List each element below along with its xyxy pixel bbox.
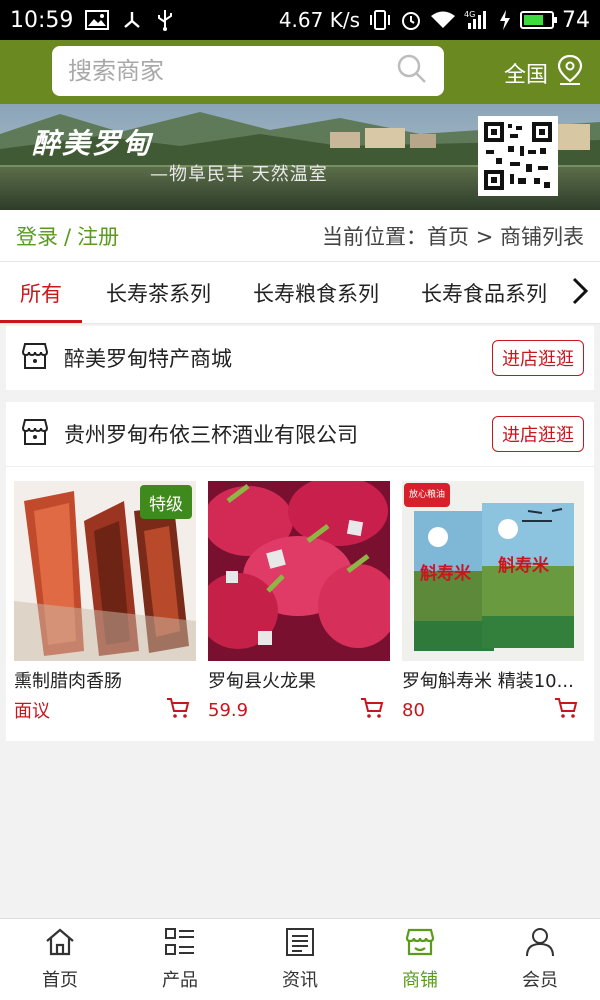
search-input[interactable] xyxy=(68,57,396,85)
home-icon xyxy=(44,927,76,962)
svg-text:4G: 4G xyxy=(464,10,475,19)
store-card[interactable]: 醉美罗甸特产商城 进店逛逛 xyxy=(6,326,594,390)
tab-food-series[interactable]: 长寿食品系列 xyxy=(421,262,547,323)
location-pin-icon xyxy=(556,54,584,92)
signal-icon: 4G xyxy=(464,9,490,31)
store-name[interactable]: 醉美罗甸特产商城 xyxy=(64,343,232,373)
register-link[interactable]: 注册 xyxy=(77,225,119,249)
product-price: 59.9 xyxy=(208,699,249,721)
nav-news[interactable]: 资讯 xyxy=(240,919,360,1000)
shop-icon xyxy=(404,927,436,962)
wifi-icon xyxy=(430,10,456,30)
product-name[interactable]: 熏制腊肉香肠 xyxy=(14,667,196,693)
cart-icon[interactable] xyxy=(360,697,384,723)
tab-tea-series[interactable]: 长寿茶系列 xyxy=(106,262,211,323)
qr-code xyxy=(478,116,558,196)
share-icon xyxy=(121,9,143,31)
package-label: 斛寿米 xyxy=(420,564,471,584)
product-image-cured-meat[interactable]: 特级 xyxy=(14,481,196,661)
bottom-nav: 首页 产品 资讯 商铺 会员 xyxy=(0,918,600,1000)
search-box[interactable] xyxy=(52,46,444,96)
vibrate-icon xyxy=(368,9,392,31)
usb-icon xyxy=(155,8,175,32)
news-icon xyxy=(285,927,315,962)
product-image-rice[interactable]: 放心粮油 斛寿米 斛寿米 xyxy=(402,481,584,661)
visit-store-button[interactable]: 进店逛逛 xyxy=(492,416,584,452)
login-link[interactable]: 登录 xyxy=(16,225,58,249)
search-icon[interactable] xyxy=(396,53,428,89)
cart-icon[interactable] xyxy=(554,697,578,723)
store-card[interactable]: 贵州罗甸布依三杯酒业有限公司 进店逛逛 特级 熏制腊肉香肠 面议 罗甸县火龙果 … xyxy=(6,402,594,741)
alarm-icon xyxy=(400,9,422,31)
banner-subtitle: —物阜民丰 天然温室 xyxy=(150,164,328,185)
nav-label: 首页 xyxy=(42,970,78,991)
product-card[interactable]: 放心粮油 斛寿米 斛寿米 罗甸斛寿米 精装10... 80 xyxy=(402,481,584,723)
shop-icon xyxy=(20,341,50,375)
login-separator: / xyxy=(64,224,72,249)
nav-shops[interactable]: 商铺 xyxy=(360,919,480,1000)
product-image-dragon-fruit[interactable] xyxy=(208,481,390,661)
banner-title: 醉美罗甸 xyxy=(32,127,153,160)
product-price: 80 xyxy=(402,699,425,721)
product-name[interactable]: 罗甸县火龙果 xyxy=(208,667,390,693)
shop-icon xyxy=(20,417,50,451)
battery-level: 74 xyxy=(562,7,590,33)
status-bar: 10:59 4.67 K/s 4G 74 xyxy=(0,0,600,40)
product-card[interactable]: 特级 熏制腊肉香肠 面议 xyxy=(14,481,196,723)
nav-label: 商铺 xyxy=(402,970,438,991)
region-selector[interactable]: 全国 xyxy=(504,54,584,92)
charging-icon xyxy=(498,9,512,31)
nav-label: 产品 xyxy=(162,970,198,991)
grid-list-icon xyxy=(164,927,196,962)
nav-label: 资讯 xyxy=(282,970,318,991)
battery-icon xyxy=(520,11,557,29)
app-header: 全国 xyxy=(0,40,600,104)
tab-grain-series[interactable]: 长寿粮食系列 xyxy=(253,262,379,323)
visit-store-button[interactable]: 进店逛逛 xyxy=(492,340,584,376)
user-icon xyxy=(525,927,555,962)
product-name[interactable]: 罗甸斛寿米 精装10... xyxy=(402,667,584,693)
breadcrumb-bar: 登录 / 注册 当前位置：首页 > 商铺列表 xyxy=(0,210,600,262)
product-list: 特级 熏制腊肉香肠 面议 罗甸县火龙果 59.9 放心粮油 斛寿米 斛寿米 罗甸… xyxy=(6,466,594,741)
tabs-scroll-right-button[interactable] xyxy=(560,262,600,323)
package-label: 斛寿米 xyxy=(498,556,549,576)
cart-icon[interactable] xyxy=(166,697,190,723)
image-icon xyxy=(85,10,110,30)
network-speed: 4.67 K/s xyxy=(278,8,360,32)
category-tabs: 所有 长寿茶系列 长寿粮食系列 长寿食品系列 xyxy=(0,262,600,324)
nav-member[interactable]: 会员 xyxy=(480,919,600,1000)
nav-label: 会员 xyxy=(522,970,558,991)
product-card[interactable]: 罗甸县火龙果 59.9 xyxy=(208,481,390,723)
quality-badge: 放心粮油 xyxy=(408,490,445,500)
tab-all[interactable]: 所有 xyxy=(0,262,82,323)
nav-home[interactable]: 首页 xyxy=(0,919,120,1000)
nav-products[interactable]: 产品 xyxy=(120,919,240,1000)
login-register: 登录 / 注册 xyxy=(16,221,119,251)
region-label: 全国 xyxy=(503,63,548,88)
breadcrumb: 当前位置：首页 > 商铺列表 xyxy=(322,224,584,249)
promo-banner[interactable]: 醉美罗甸 —物阜民丰 天然温室 xyxy=(0,104,600,210)
premium-badge: 特级 xyxy=(140,485,192,519)
store-name[interactable]: 贵州罗甸布依三杯酒业有限公司 xyxy=(64,419,358,449)
product-price: 面议 xyxy=(14,701,50,722)
chevron-right-icon xyxy=(571,276,589,310)
status-time: 10:59 xyxy=(10,7,74,33)
